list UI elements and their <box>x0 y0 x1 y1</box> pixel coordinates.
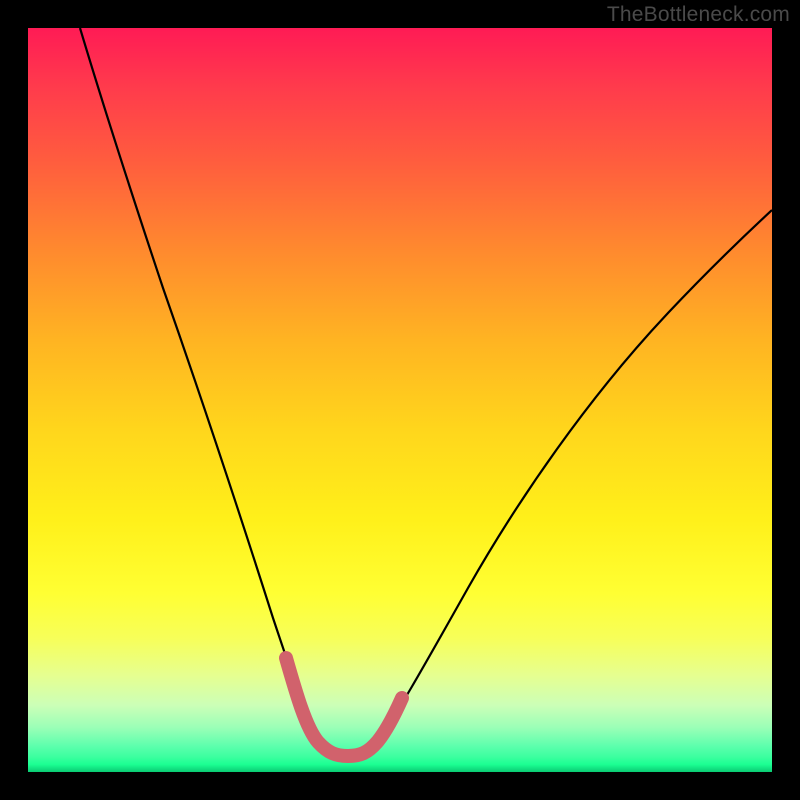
bottleneck-curve-highlight <box>286 658 402 756</box>
curve-layer <box>28 28 772 772</box>
chart-frame: TheBottleneck.com <box>0 0 800 800</box>
plot-area <box>28 28 772 772</box>
watermark-text: TheBottleneck.com <box>607 3 790 27</box>
bottleneck-curve <box>80 28 772 755</box>
